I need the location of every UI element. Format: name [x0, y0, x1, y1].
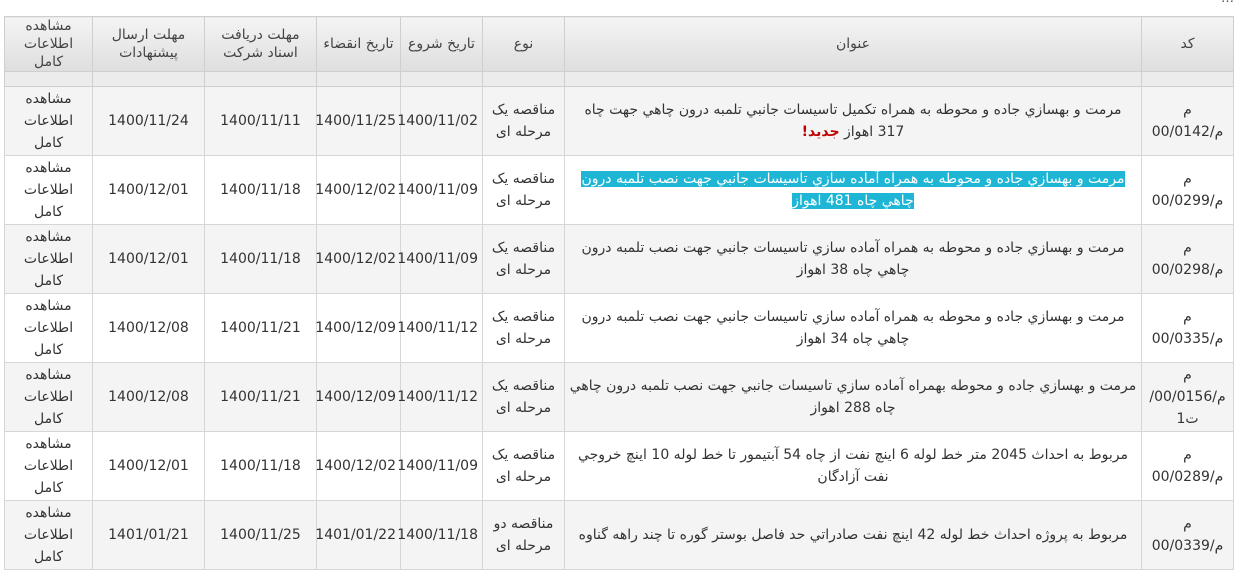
expiry-date: 1400/12/02	[315, 431, 401, 501]
tender-title[interactable]: مربوط به پروژه احداث خط لوله 42 اينچ نفت…	[579, 527, 1128, 543]
table-row[interactable]: م م/00/0298 مرمت و بهسازي جاده و محوطه ب…	[4, 224, 1234, 294]
header-proposal-deadline[interactable]: مهلت ارسال پیشنهادات	[92, 16, 205, 72]
filter-cell	[92, 71, 205, 87]
filter-cell	[482, 71, 565, 87]
header-type[interactable]: نوع	[482, 16, 565, 72]
table-filter-row	[4, 71, 1234, 87]
table-row[interactable]: م م/00/0142 مرمت و بهسازي جاده و محوطه ب…	[4, 86, 1234, 156]
doc-deadline: 1400/11/21	[204, 362, 317, 432]
start-date: 1400/11/12	[397, 293, 483, 363]
expiry-date: 1400/12/09	[315, 293, 401, 363]
proposal-deadline: 1400/12/08	[92, 293, 205, 363]
expiry-date: 1401/01/22	[315, 500, 401, 570]
tender-type: مناقصه یک مرحله ای	[482, 86, 565, 156]
table-header-row: کد عنوان نوع تاریخ شروع تاریخ انقضاء مهل…	[4, 16, 1234, 72]
tender-code: م م/00/0299	[1141, 155, 1234, 225]
tender-title[interactable]: مرمت و بهسازي جاده و محوطه به همراه آماد…	[581, 240, 1124, 278]
header-view-full: مشاهده اطلاعات کامل	[4, 16, 93, 72]
tender-title[interactable]: مرمت و بهسازي جاده و محوطه به همراه آماد…	[581, 309, 1124, 347]
start-date: 1400/11/12	[397, 362, 483, 432]
doc-deadline: 1400/11/21	[204, 293, 317, 363]
start-date: 1400/11/09	[397, 431, 483, 501]
tender-title-highlighted[interactable]: مرمت و بهسازي جاده و محوطه به همراه آماد…	[581, 171, 1125, 209]
doc-deadline: 1400/11/18	[204, 431, 317, 501]
table-row[interactable]: م م/00/0156/ت1 مرمت و بهسازي جاده و محوط…	[4, 362, 1234, 432]
start-date: 1400/11/09	[397, 224, 483, 294]
tender-title-cell[interactable]: مرمت و بهسازي جاده و محوطه به همراه تكمي…	[564, 86, 1142, 156]
doc-deadline: 1400/11/18	[204, 224, 317, 294]
filter-cell	[316, 71, 401, 87]
doc-deadline: 1400/11/18	[204, 155, 317, 225]
tender-title[interactable]: مرمت و بهسازي جاده و محوطه بهمراه آماده …	[570, 378, 1137, 416]
proposal-deadline: 1400/12/01	[92, 431, 205, 501]
proposal-deadline: 1400/12/01	[92, 155, 205, 225]
tender-title[interactable]: مرمت و بهسازي جاده و محوطه به همراه تكمي…	[584, 102, 1121, 140]
table-row[interactable]: م م/00/0339 مربوط به پروژه احداث خط لوله…	[4, 500, 1234, 570]
filter-cell	[204, 71, 317, 87]
table-row[interactable]: م م/00/0335 مرمت و بهسازي جاده و محوطه ب…	[4, 293, 1234, 363]
view-full-link[interactable]: مشاهده اطلاعات کامل	[4, 155, 93, 225]
doc-deadline: 1400/11/11	[204, 86, 317, 156]
new-badge: جدید!	[801, 124, 840, 140]
proposal-deadline: 1401/01/21	[92, 500, 205, 570]
expiry-date: 1400/12/09	[315, 362, 401, 432]
tender-code: م م/00/0289	[1141, 431, 1234, 501]
tender-code: م م/00/0335	[1141, 293, 1234, 363]
tender-type: مناقصه یک مرحله ای	[482, 293, 565, 363]
tender-type: مناقصه یک مرحله ای	[482, 224, 565, 294]
start-date: 1400/11/09	[397, 155, 483, 225]
tender-code: م م/00/0142	[1141, 86, 1234, 156]
view-full-link[interactable]: مشاهده اطلاعات کامل	[4, 500, 93, 570]
view-full-link[interactable]: مشاهده اطلاعات کامل	[4, 293, 93, 363]
expiry-date: 1400/12/02	[315, 155, 401, 225]
filter-cell	[400, 71, 483, 87]
tender-type: مناقصه یک مرحله ای	[482, 431, 565, 501]
expiry-date: 1400/12/02	[315, 224, 401, 294]
filter-cell	[564, 71, 1142, 87]
tender-title-cell[interactable]: مربوط به احداث 2045 متر خط لوله 6 اينچ ن…	[564, 431, 1142, 501]
tender-type: مناقصه دو مرحله ای	[482, 500, 565, 570]
tender-title-cell[interactable]: مرمت و بهسازي جاده و محوطه به همراه آماد…	[564, 155, 1142, 225]
table-row[interactable]: م م/00/0289 مربوط به احداث 2045 متر خط ل…	[4, 431, 1234, 501]
view-full-link[interactable]: مشاهده اطلاعات کامل	[4, 86, 93, 156]
header-code[interactable]: کد	[1141, 16, 1234, 72]
tender-title-cell[interactable]: مرمت و بهسازي جاده و محوطه بهمراه آماده …	[564, 362, 1142, 432]
top-partial-text: …	[1221, 0, 1234, 6]
tender-title-cell[interactable]: مرمت و بهسازي جاده و محوطه به همراه آماد…	[564, 293, 1142, 363]
proposal-deadline: 1400/12/01	[92, 224, 205, 294]
start-date: 1400/11/18	[397, 500, 483, 570]
tender-code: م م/00/0298	[1141, 224, 1234, 294]
view-full-link[interactable]: مشاهده اطلاعات کامل	[4, 224, 93, 294]
expiry-date: 1400/11/25	[315, 86, 401, 156]
view-full-link[interactable]: مشاهده اطلاعات کامل	[4, 362, 93, 432]
filter-cell	[4, 71, 93, 87]
tender-title[interactable]: مربوط به احداث 2045 متر خط لوله 6 اينچ ن…	[578, 447, 1128, 485]
tender-code: م م/00/0156/ت1	[1141, 362, 1234, 432]
tenders-table: کد عنوان نوع تاریخ شروع تاریخ انقضاء مهل…	[4, 16, 1234, 570]
start-date: 1400/11/02	[397, 86, 483, 156]
proposal-deadline: 1400/11/24	[92, 86, 205, 156]
view-full-link[interactable]: مشاهده اطلاعات کامل	[4, 431, 93, 501]
header-start-date[interactable]: تاریخ شروع	[400, 16, 483, 72]
doc-deadline: 1400/11/25	[204, 500, 317, 570]
tender-type: مناقصه یک مرحله ای	[482, 155, 565, 225]
header-expiry-date[interactable]: تاریخ انقضاء	[316, 16, 401, 72]
filter-cell	[1141, 71, 1234, 87]
header-title[interactable]: عنوان	[564, 16, 1142, 72]
tender-type: مناقصه یک مرحله ای	[482, 362, 565, 432]
table-row[interactable]: م م/00/0299 مرمت و بهسازي جاده و محوطه ب…	[4, 155, 1234, 225]
proposal-deadline: 1400/12/08	[92, 362, 205, 432]
tender-code: م م/00/0339	[1141, 500, 1234, 570]
header-doc-deadline[interactable]: مهلت دریافت اسناد شرکت	[204, 16, 317, 72]
tender-title-cell[interactable]: مرمت و بهسازي جاده و محوطه به همراه آماد…	[564, 224, 1142, 294]
tender-title-cell[interactable]: مربوط به پروژه احداث خط لوله 42 اينچ نفت…	[564, 500, 1142, 570]
